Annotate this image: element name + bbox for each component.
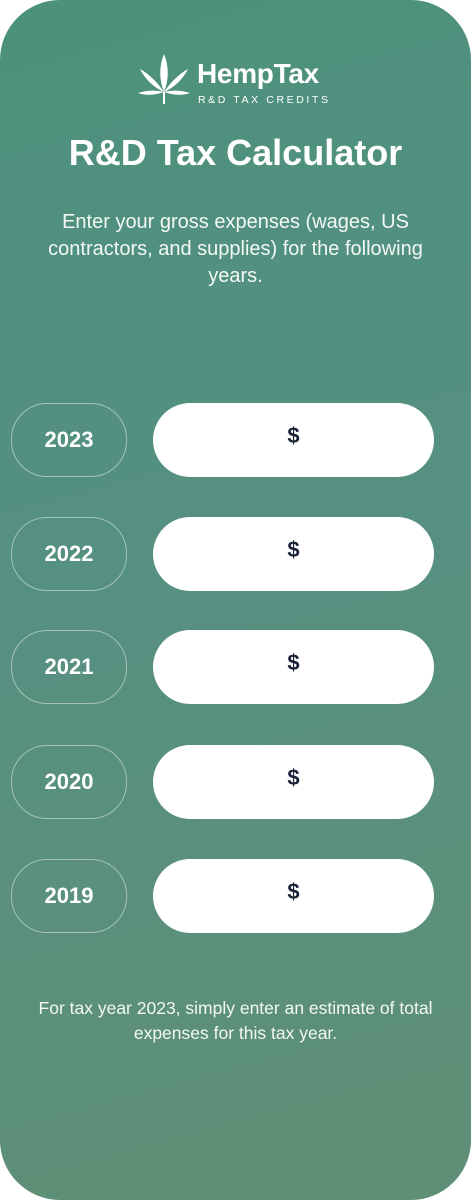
brand-name: HempTax bbox=[197, 58, 319, 89]
expense-field-2023[interactable]: $ bbox=[153, 403, 434, 477]
expense-field-2021[interactable]: $ bbox=[153, 630, 434, 704]
expense-field-2019[interactable]: $ bbox=[153, 859, 434, 933]
expense-row-2019: 2019 $ bbox=[0, 859, 471, 935]
instructions-text: Enter your gross expenses (wages, US con… bbox=[48, 211, 423, 287]
brand-tagline: R&D TAX CREDITS bbox=[198, 94, 331, 106]
expense-field-2020[interactable]: $ bbox=[153, 745, 434, 819]
year-label: 2023 bbox=[11, 403, 127, 477]
expense-row-2020: 2020 $ bbox=[0, 745, 471, 821]
year-label: 2019 bbox=[11, 859, 127, 933]
year-label: 2021 bbox=[11, 630, 127, 704]
expense-row-2021: 2021 $ bbox=[0, 630, 471, 706]
expense-input-2020[interactable] bbox=[315, 765, 419, 793]
brand-logo: HempTax R&D TAX CREDITS bbox=[0, 52, 471, 108]
hemp-leaf-icon bbox=[138, 54, 190, 104]
expense-row-2022: 2022 $ bbox=[0, 517, 471, 593]
expense-input-2022[interactable] bbox=[315, 537, 419, 565]
expense-input-2021[interactable] bbox=[315, 650, 419, 678]
page-title: R&D Tax Calculator bbox=[68, 132, 403, 173]
expense-input-2019[interactable] bbox=[315, 879, 419, 907]
footnote-text: For tax year 2023, simply enter an estim… bbox=[38, 998, 433, 1043]
expense-input-2023[interactable] bbox=[315, 423, 419, 451]
expense-row-2023: 2023 $ bbox=[0, 403, 471, 479]
year-label: 2020 bbox=[11, 745, 127, 819]
year-label: 2022 bbox=[11, 517, 127, 591]
expense-field-2022[interactable]: $ bbox=[153, 517, 434, 591]
calculator-card: HempTax R&D TAX CREDITS R&D Tax Calculat… bbox=[0, 0, 471, 1200]
